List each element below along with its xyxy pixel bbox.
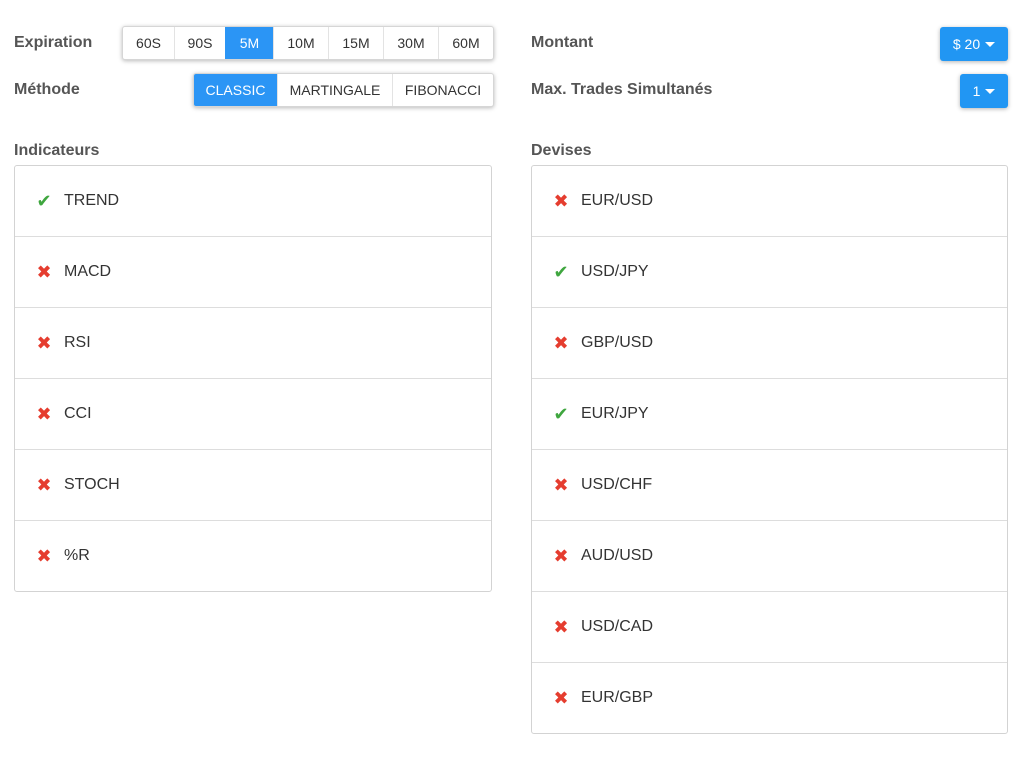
caret-down-icon: [985, 41, 996, 47]
methode-option-martingale[interactable]: MARTINGALE: [277, 74, 392, 106]
indicateurs-item-cci[interactable]: ✖ CCI: [15, 378, 491, 449]
cross-icon: ✖: [553, 617, 569, 637]
devises-item-usd-jpy[interactable]: ✔ USD/JPY: [532, 236, 1007, 307]
cross-icon: ✖: [36, 546, 52, 566]
cross-icon: ✖: [36, 262, 52, 282]
caret-down-icon: [985, 88, 996, 94]
list-item-label: GBP/USD: [581, 334, 654, 351]
expiration-option-15m[interactable]: 15M: [328, 27, 383, 59]
indicateurs-item-trend[interactable]: ✔ TREND: [15, 166, 491, 236]
list-item-label: EUR/GBP: [581, 689, 654, 706]
list-item-label: RSI: [64, 334, 91, 351]
settings-panel: Expiration 60S 90S 5M 10M 15M 30M 60M Mé…: [0, 0, 1024, 765]
list-item-label: AUD/USD: [581, 547, 654, 564]
max-trades-value: 1: [972, 83, 981, 99]
indicateurs-item-rsi[interactable]: ✖ RSI: [15, 307, 491, 378]
expiration-option-10m[interactable]: 10M: [273, 27, 328, 59]
devises-item-eur-gbp[interactable]: ✖ EUR/GBP: [532, 662, 1007, 733]
list-item-label: %R: [64, 547, 90, 564]
list-item-label: USD/CAD: [581, 618, 654, 635]
list-item-label: USD/JPY: [581, 263, 649, 280]
expiration-button-group: 60S 90S 5M 10M 15M 30M 60M: [122, 26, 494, 60]
list-item-label: EUR/JPY: [581, 405, 649, 422]
montant-label: Montant: [531, 34, 594, 51]
cross-icon: ✖: [553, 333, 569, 353]
methode-button-group: CLASSIC MARTINGALE FIBONACCI: [193, 73, 494, 107]
indicateurs-list: ✔ TREND ✖ MACD ✖ RSI ✖ CCI ✖ STOCH ✖ %R: [14, 165, 492, 592]
devises-label: Devises: [531, 142, 592, 159]
list-item-label: EUR/USD: [581, 192, 654, 209]
list-item-label: MACD: [64, 263, 112, 280]
devises-item-gbp-usd[interactable]: ✖ GBP/USD: [532, 307, 1007, 378]
expiration-option-90s[interactable]: 90S: [174, 27, 225, 59]
indicateurs-item-stoch[interactable]: ✖ STOCH: [15, 449, 491, 520]
devises-item-usd-chf[interactable]: ✖ USD/CHF: [532, 449, 1007, 520]
list-item-label: USD/CHF: [581, 476, 653, 493]
methode-option-classic[interactable]: CLASSIC: [194, 74, 277, 106]
cross-icon: ✖: [553, 688, 569, 708]
cross-icon: ✖: [36, 475, 52, 495]
methode-option-fibonacci[interactable]: FIBONACCI: [392, 74, 493, 106]
expiration-option-30m[interactable]: 30M: [383, 27, 438, 59]
list-item-label: CCI: [64, 405, 92, 422]
devises-list: ✖ EUR/USD ✔ USD/JPY ✖ GBP/USD ✔ EUR/JPY ✖ USD/CHF…: [531, 165, 1008, 734]
indicateurs-item-macd[interactable]: ✖ MACD: [15, 236, 491, 307]
devises-item-eur-usd[interactable]: ✖ EUR/USD: [532, 166, 1007, 236]
check-icon: ✔: [553, 262, 569, 282]
montant-dropdown[interactable]: $ 20: [940, 27, 1008, 61]
devises-item-eur-jpy[interactable]: ✔ EUR/JPY: [532, 378, 1007, 449]
montant-value: $ 20: [952, 36, 981, 52]
devises-item-aud-usd[interactable]: ✖ AUD/USD: [532, 520, 1007, 591]
devises-item-usd-cad[interactable]: ✖ USD/CAD: [532, 591, 1007, 662]
methode-label: Méthode: [14, 81, 80, 98]
expiration-option-60m[interactable]: 60M: [438, 27, 493, 59]
indicateurs-item-r[interactable]: ✖ %R: [15, 520, 491, 591]
max-trades-label: Max. Trades Simultanés: [531, 81, 713, 98]
indicateurs-label: Indicateurs: [14, 142, 100, 159]
check-icon: ✔: [36, 191, 52, 211]
cross-icon: ✖: [36, 333, 52, 353]
expiration-option-60s[interactable]: 60S: [123, 27, 174, 59]
cross-icon: ✖: [553, 191, 569, 211]
expiration-option-5m[interactable]: 5M: [225, 27, 273, 59]
cross-icon: ✖: [553, 546, 569, 566]
max-trades-dropdown[interactable]: 1: [960, 74, 1008, 108]
cross-icon: ✖: [553, 475, 569, 495]
cross-icon: ✖: [36, 404, 52, 424]
list-item-label: STOCH: [64, 476, 120, 493]
check-icon: ✔: [553, 404, 569, 424]
expiration-label: Expiration: [14, 34, 93, 51]
list-item-label: TREND: [64, 192, 120, 209]
